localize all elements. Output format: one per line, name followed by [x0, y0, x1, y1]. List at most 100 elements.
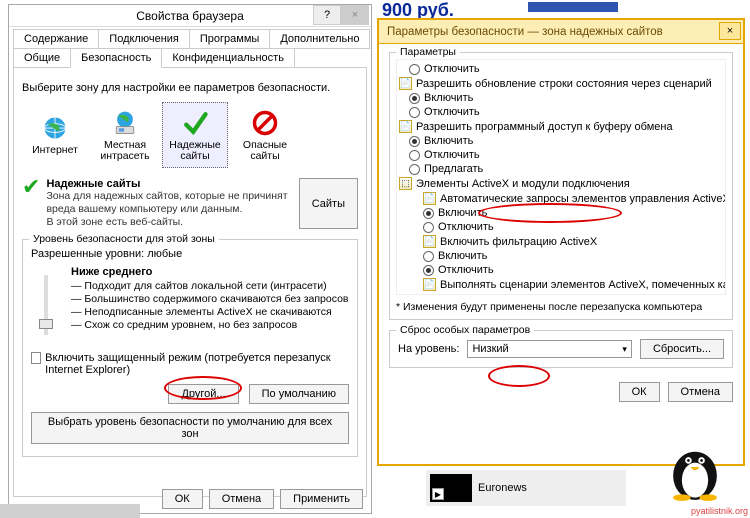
zone-label: Опасные сайты [235, 140, 295, 162]
titlebar: Свойства браузера ? × [9, 5, 371, 27]
default-level-button[interactable]: По умолчанию [249, 384, 349, 404]
zone-internet[interactable]: Интернет [22, 102, 88, 168]
group-title: Параметры [396, 46, 460, 58]
check-icon [181, 109, 209, 137]
tab-connections[interactable]: Подключения [98, 29, 190, 49]
tree-label: Включить [424, 92, 473, 104]
radio-icon[interactable] [423, 222, 434, 233]
script-icon: 📄 [423, 192, 436, 205]
trusted-extra: В этой зоне есть веб-сайты. [46, 216, 298, 229]
ok-button[interactable]: ОК [162, 489, 203, 509]
reset-group: Сброс особых параметров На уровень: Низк… [389, 330, 733, 368]
protected-mode-checkbox[interactable] [31, 352, 41, 364]
security-slider[interactable] [31, 266, 61, 344]
radio-icon[interactable] [409, 107, 420, 118]
browser-properties-dialog: Свойства браузера ? × Содержание Подключ… [8, 4, 372, 514]
allowed-levels: Разрешенные уровни: любые [31, 248, 349, 260]
tree-category: 📄Выполнять сценарии элементов ActiveX, п… [399, 277, 723, 292]
decorative-bar [0, 504, 140, 518]
level-point: — Схож со средним уровнем, но без запрос… [71, 319, 349, 332]
tree-option[interactable]: Включить [399, 206, 723, 220]
script-icon: 📄 [399, 120, 412, 133]
security-level-group: Уровень безопасности для этой зоны Разре… [22, 239, 358, 457]
tree-label: Включить [438, 207, 487, 219]
zone-restricted[interactable]: Опасные сайты [232, 102, 298, 168]
radio-icon[interactable] [409, 164, 420, 175]
tree-option[interactable]: Отключить [399, 148, 723, 162]
tree-label: Автоматические запросы элементов управле… [440, 193, 726, 205]
tree-label: Отключить [424, 106, 480, 118]
combo-value: Низкий [472, 343, 508, 355]
tab-body: Выберите зону для настройки ее параметро… [13, 67, 367, 497]
tab-content[interactable]: Содержание [13, 29, 99, 49]
video-thumb[interactable]: ▶ [430, 474, 472, 502]
reset-level-combo[interactable]: Низкий ▾ [467, 340, 632, 358]
tab-general[interactable]: Общие [13, 48, 71, 68]
tab-advanced[interactable]: Дополнительно [269, 29, 370, 49]
tree-option[interactable]: Отключить [399, 62, 723, 76]
tree-label: Включить [424, 135, 473, 147]
tree-option[interactable]: Отключить [399, 105, 723, 119]
tree-label: Включить фильтрацию ActiveX [440, 236, 597, 248]
tab-programs[interactable]: Программы [189, 29, 270, 49]
tab-privacy[interactable]: Конфиденциальность [161, 48, 295, 68]
zone-instruction: Выберите зону для настройки ее параметро… [22, 82, 358, 94]
tree-label: Включить [438, 250, 487, 262]
tree-option[interactable]: Включить [399, 134, 723, 148]
tree-category: 📄 Автоматические запросы элементов управл… [399, 191, 723, 206]
radio-icon[interactable] [423, 251, 434, 262]
tree-category: 📄Разрешить обновление строки состояния ч… [399, 76, 723, 91]
zones-list: Интернет Местная интрасеть Надежные сайт… [22, 102, 358, 168]
parameters-group: Параметры Отключить📄Разрешить обновление… [389, 52, 733, 320]
tree-option[interactable]: Отключить [399, 263, 723, 277]
close-button[interactable]: × [719, 22, 741, 40]
security-settings-dialog: Параметры безопасности — зона надежных с… [377, 18, 745, 466]
ok-button[interactable]: ОК [619, 382, 660, 402]
level-point: — Подходит для сайтов локальной сети (ин… [71, 280, 349, 293]
site-watermark: pyatilistnik.org [691, 506, 748, 516]
radio-icon[interactable] [423, 208, 434, 219]
tree-option[interactable]: Включить [399, 91, 723, 105]
reset-all-zones-button[interactable]: Выбрать уровень безопасности по умолчани… [31, 412, 349, 444]
radio-icon[interactable] [409, 150, 420, 161]
radio-icon[interactable] [423, 265, 434, 276]
titlebar: Параметры безопасности — зона надежных с… [379, 20, 743, 44]
zone-intranet[interactable]: Местная интрасеть [92, 102, 158, 168]
sites-button[interactable]: Сайты [299, 178, 358, 229]
globe-icon [41, 114, 69, 142]
reset-to-label: На уровень: [398, 343, 459, 355]
level-point: — Большинство содержимого скачиваются бе… [71, 293, 349, 306]
check-icon: ✔ [22, 178, 40, 229]
play-icon: ▶ [432, 488, 444, 500]
tree-category: 📄Включить фильтрацию ActiveX [399, 234, 723, 249]
close-button[interactable]: × [341, 5, 369, 25]
tab-security[interactable]: Безопасность [70, 48, 162, 68]
decorative-bar [528, 2, 618, 12]
help-button[interactable]: ? [313, 5, 341, 25]
cancel-button[interactable]: Отмена [209, 489, 274, 509]
zone-label: Интернет [32, 145, 78, 156]
tree-option[interactable]: Отключить [399, 220, 723, 234]
tree-option[interactable]: Включить [399, 249, 723, 263]
radio-icon[interactable] [409, 64, 420, 75]
tree-option[interactable]: Предлагать [399, 162, 723, 176]
radio-icon[interactable] [409, 136, 420, 147]
protected-mode-row: Включить защищенный режим (потребуется п… [31, 352, 349, 376]
trusted-title: Надежные сайты [46, 178, 298, 190]
euronews-label: Euronews [478, 482, 527, 494]
custom-level-button[interactable]: Другой... [168, 384, 238, 404]
zone-trusted[interactable]: Надежные сайты [162, 102, 228, 168]
tree-label: Предлагать [424, 163, 483, 175]
reset-button[interactable]: Сбросить... [640, 339, 724, 359]
cancel-button[interactable]: Отмена [668, 382, 733, 402]
group-title: Уровень безопасности для этой зоны [29, 233, 219, 245]
tree-label: Отключить [438, 264, 494, 276]
tree-category: 📄Разрешить программный доступ к буферу о… [399, 119, 723, 134]
radio-icon[interactable] [409, 93, 420, 104]
apply-button[interactable]: Применить [280, 489, 363, 509]
trusted-info: ✔ Надежные сайты Зона для надежных сайто… [22, 178, 358, 229]
zone-label: Надежные сайты [165, 140, 225, 162]
settings-tree[interactable]: Отключить📄Разрешить обновление строки со… [396, 59, 726, 295]
level-name: Ниже среднего [71, 266, 349, 278]
script-icon: 📄 [399, 77, 412, 90]
